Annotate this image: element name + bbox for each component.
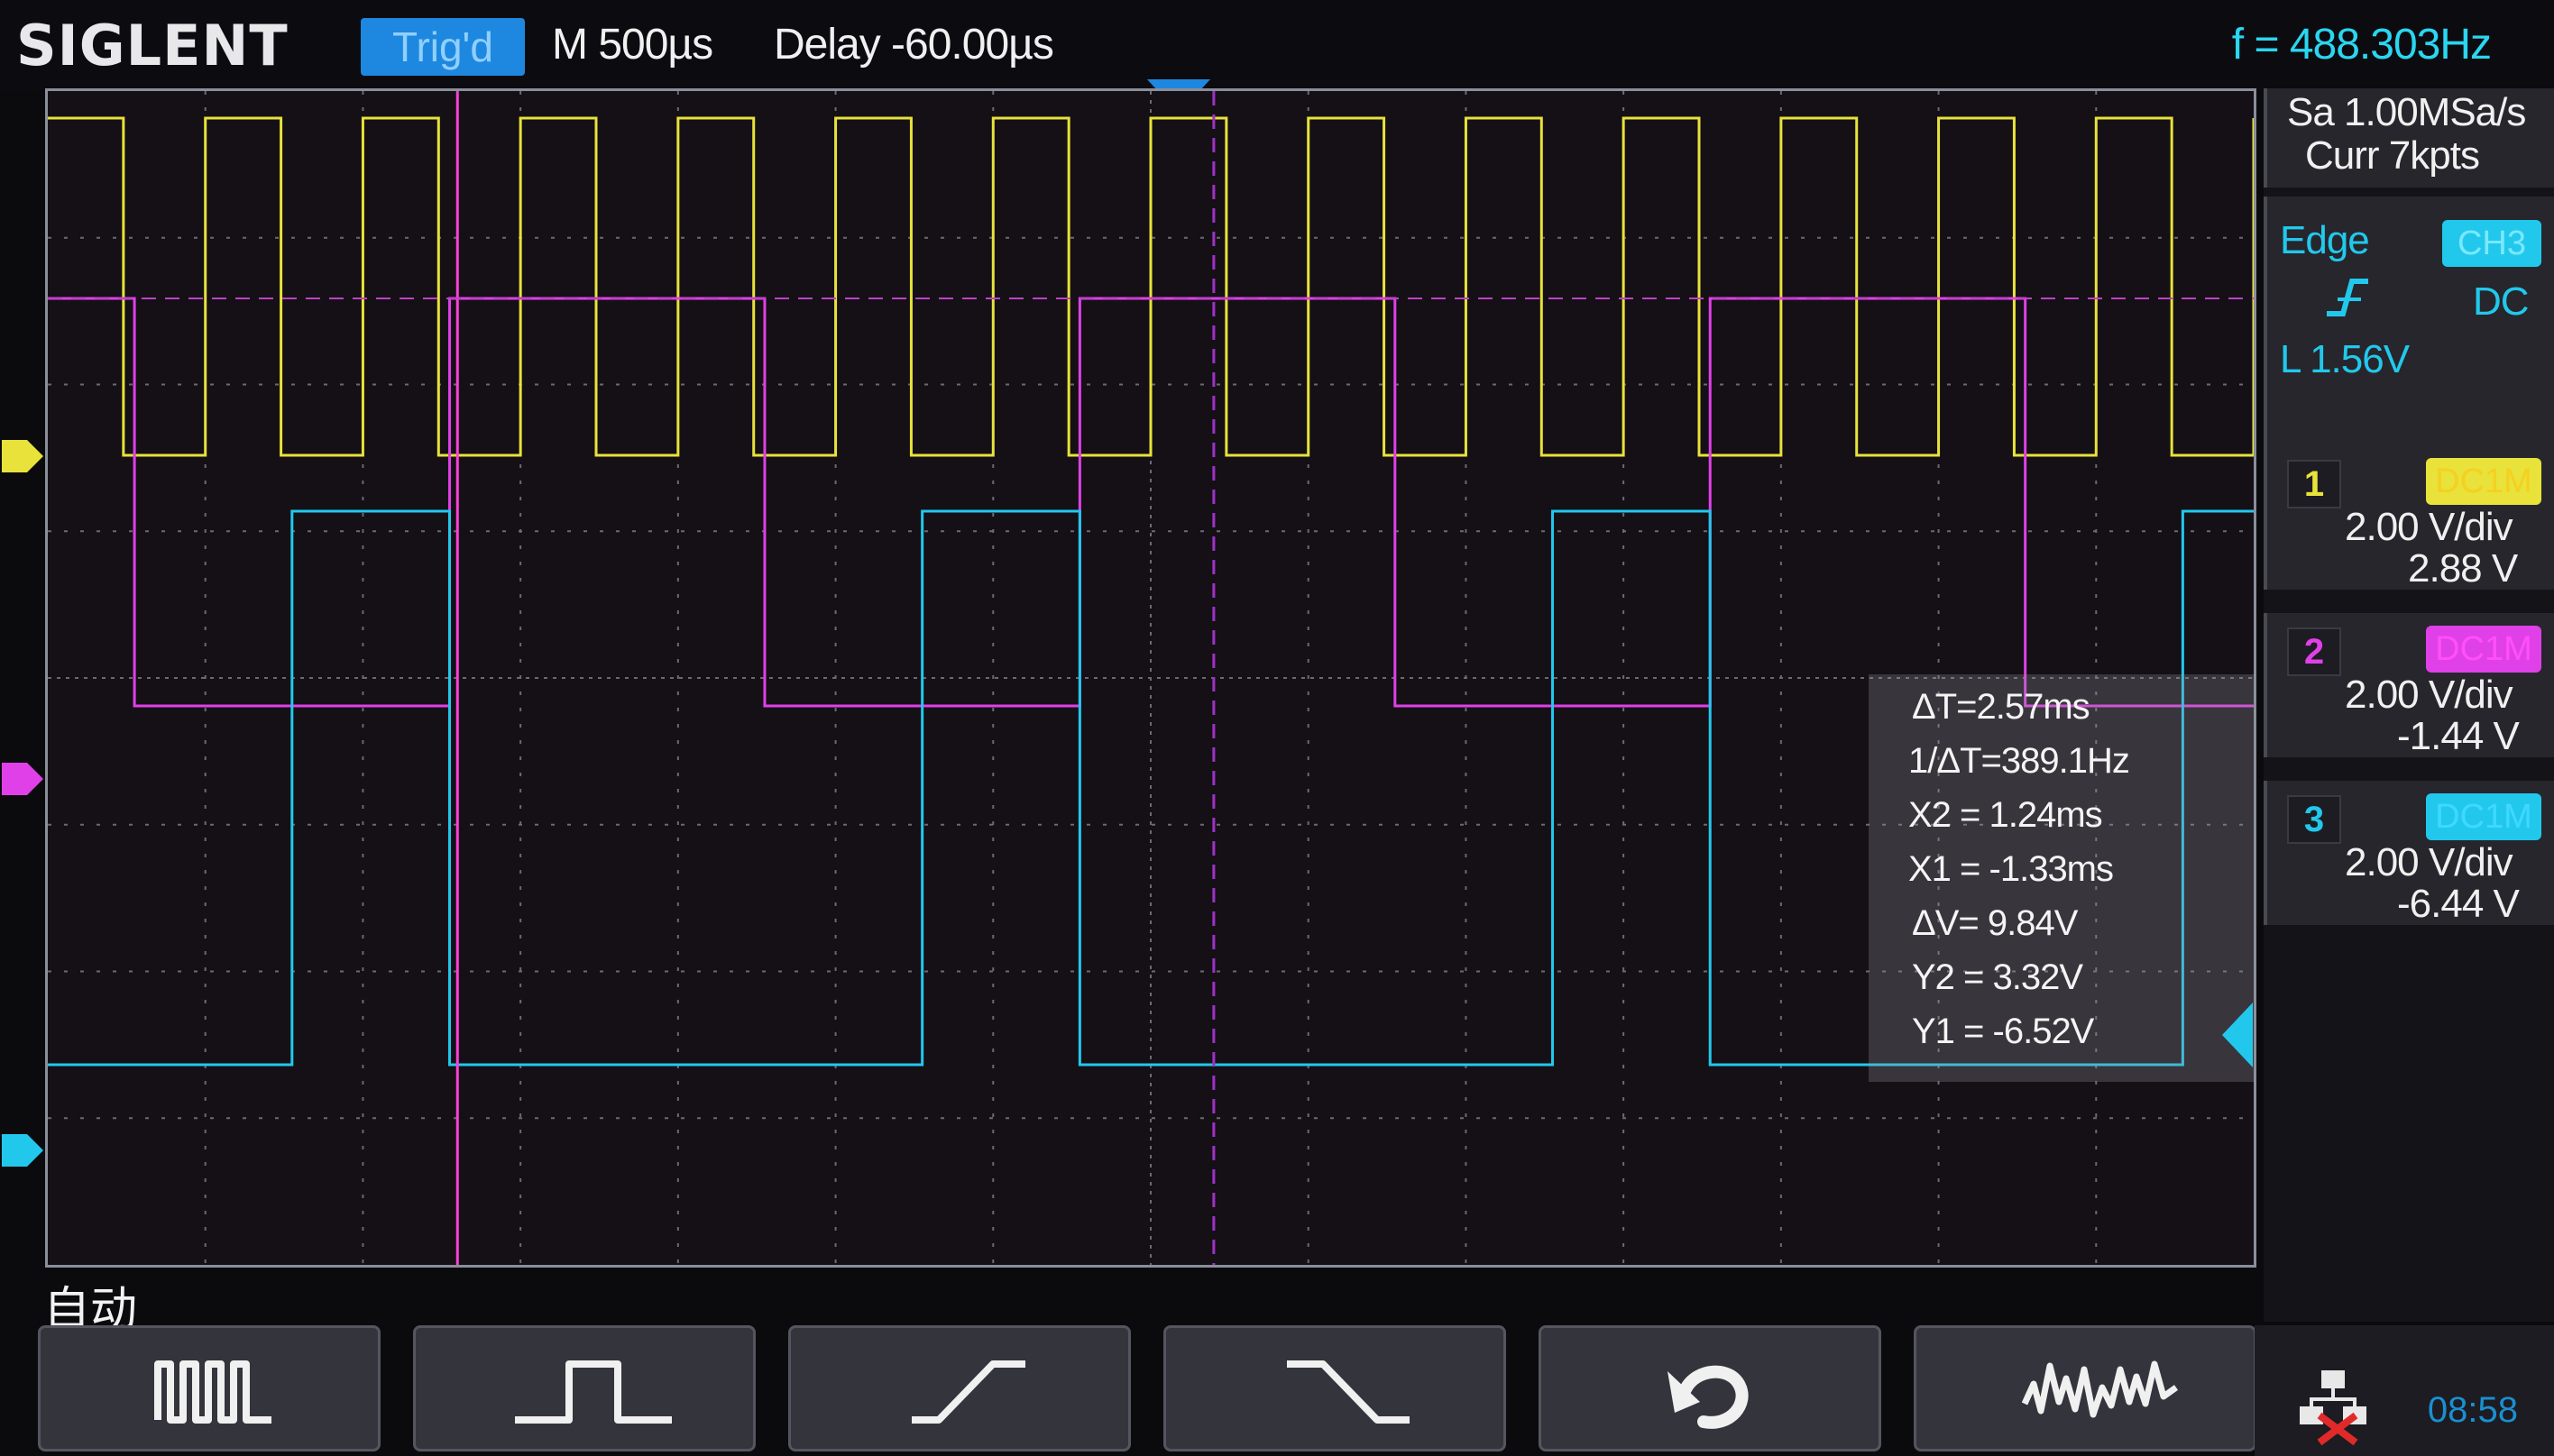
softkey-noise[interactable]: [1914, 1325, 2256, 1451]
softkey-single-pulse[interactable]: [413, 1325, 756, 1451]
delta-t-readout: ΔT=2.57ms: [1912, 687, 2090, 727]
cursor-measurement-panel: ΔT=2.57ms 1/ΔT=389.1Hz X2 = 1.24ms X1 = …: [1869, 674, 2255, 1082]
delta-v-readout: ΔV= 9.84V: [1912, 903, 2078, 943]
softkey-falling-edge[interactable]: [1163, 1325, 1506, 1451]
ch3-offset: -6.44 V: [2397, 882, 2520, 926]
rising-edge-icon: [912, 1360, 1025, 1424]
channel-2-info[interactable]: 2 DC1M 2.00 V/div -1.44 V: [2264, 613, 2554, 758]
ch1-offset-marker-icon: [2, 440, 43, 472]
x2-readout: X2 = 1.24ms: [1908, 795, 2103, 835]
softkey-undo[interactable]: [1539, 1325, 1881, 1451]
trigger-level: L 1.56V: [2280, 337, 2410, 381]
channel-1-info[interactable]: 1 DC1M 2.00 V/div 2.88 V: [2264, 445, 2554, 591]
top-status-bar: SIGLENT Trig'd M 500µs Delay -60.00µs f …: [0, 0, 2554, 90]
ch3-scale: 2.00 V/div: [2345, 840, 2513, 884]
channel-offset-markers[interactable]: [0, 88, 45, 1351]
ch1-scale: 2.00 V/div: [2345, 505, 2513, 549]
network-disconnected-icon: [2300, 1370, 2366, 1446]
y2-readout: Y2 = 3.32V: [1912, 957, 2083, 997]
trigger-type: Edge: [2280, 218, 2370, 262]
single-pulse-icon: [515, 1360, 672, 1424]
undo-icon: [1667, 1365, 1749, 1429]
memory-depth: Curr 7kpts: [2305, 133, 2480, 178]
ch2-offset-marker-icon: [2, 763, 43, 795]
ch3-coupling: DC1M: [2426, 793, 2541, 840]
ch1-waveform: [48, 116, 2254, 457]
ch2-coupling: DC1M: [2426, 626, 2541, 673]
ch2-offset: -1.44 V: [2397, 714, 2520, 758]
sample-rate: Sa 1.00MSa/s: [2287, 90, 2526, 134]
trigger-position-marker-icon[interactable]: [0, 0, 2554, 90]
cursor-level-marker-icon[interactable]: [2219, 999, 2273, 1071]
ch3-number: 3: [2287, 795, 2341, 844]
ch1-coupling: DC1M: [2426, 458, 2541, 505]
trigger-source-badge: CH3: [2442, 220, 2541, 267]
ch3-offset-marker-icon: [2, 1134, 43, 1167]
falling-edge-icon: [1287, 1360, 1410, 1424]
ch1-offset: 2.88 V: [2408, 546, 2518, 591]
ch2-number: 2: [2287, 627, 2341, 676]
right-info-panel: Sa 1.00MSa/s Curr 7kpts Edge CH3 DC L 1.…: [2264, 88, 2554, 1322]
pulse-train-icon: [154, 1360, 271, 1424]
y1-readout: Y1 = -6.52V: [1912, 1012, 2094, 1051]
rising-edge-trigger-icon: [2327, 279, 2368, 316]
inverse-delta-t-readout: 1/ΔT=389.1Hz: [1908, 741, 2130, 781]
channel-3-info[interactable]: 3 DC1M 2.00 V/div -6.44 V: [2264, 781, 2554, 926]
ch1-number: 1: [2287, 460, 2341, 508]
x1-readout: X1 = -1.33ms: [1908, 849, 2114, 889]
softkey-pulse-train[interactable]: [38, 1325, 381, 1451]
ch2-scale: 2.00 V/div: [2345, 673, 2513, 717]
trigger-coupling: DC: [2473, 279, 2530, 324]
acquisition-box[interactable]: Sa 1.00MSa/s Curr 7kpts: [2264, 88, 2554, 188]
noise-icon: [2021, 1360, 2179, 1418]
softkey-rising-edge[interactable]: [788, 1325, 1131, 1451]
clock: 08:58: [2427, 1390, 2518, 1430]
